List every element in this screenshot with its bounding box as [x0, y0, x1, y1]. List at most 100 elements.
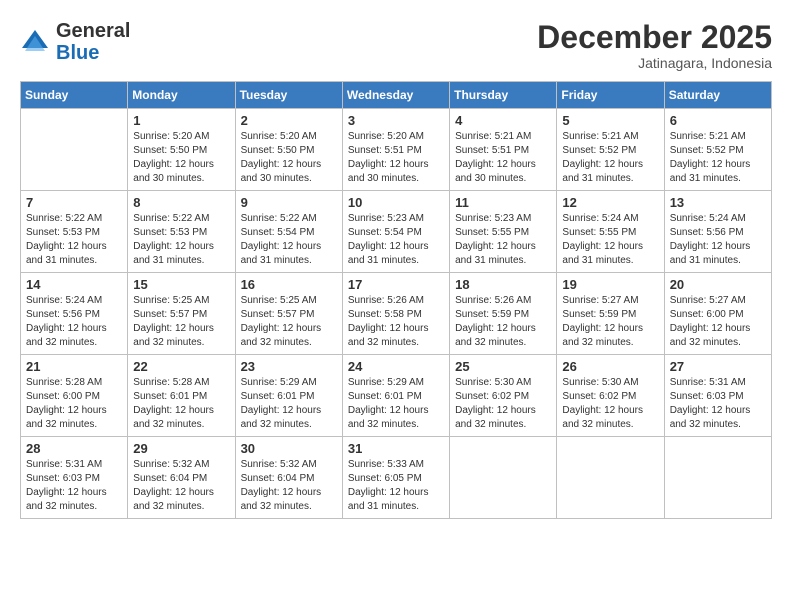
day-info: Sunrise: 5:26 AMSunset: 5:59 PMDaylight:…	[455, 294, 551, 350]
day-info: Sunrise: 5:23 AMSunset: 5:55 PMDaylight:…	[455, 212, 551, 268]
day-info: Sunrise: 5:23 AMSunset: 5:54 PMDaylight:…	[348, 212, 444, 268]
logo-blue: Blue	[56, 42, 99, 64]
day-info: Sunrise: 5:21 AMSunset: 5:52 PMDaylight:…	[562, 130, 658, 186]
calendar-cell: 20Sunrise: 5:27 AMSunset: 6:00 PMDayligh…	[664, 273, 771, 355]
day-info: Sunrise: 5:32 AMSunset: 6:04 PMDaylight:…	[241, 458, 337, 514]
calendar-cell	[450, 437, 557, 519]
calendar-cell: 2Sunrise: 5:20 AMSunset: 5:50 PMDaylight…	[235, 109, 342, 191]
calendar-week-3: 14 Sunrise: 5:24 AMSunset: 5:56 PMDayligh…	[21, 273, 772, 355]
calendar-cell: 21 Sunrise: 5:28 AMSunset: 6:00 PMDayligh…	[21, 355, 128, 437]
day-number: 31	[348, 441, 444, 456]
calendar-cell: 4 Sunrise: 5:21 AMSunset: 5:51 PMDaylight…	[450, 109, 557, 191]
calendar-cell: 22Sunrise: 5:28 AMSunset: 6:01 PMDayligh…	[128, 355, 235, 437]
calendar-cell: 19Sunrise: 5:27 AMSunset: 5:59 PMDayligh…	[557, 273, 664, 355]
month-title: December 2025	[537, 20, 772, 55]
logo-icon	[20, 28, 50, 58]
calendar-cell: 8Sunrise: 5:22 AMSunset: 5:53 PMDaylight…	[128, 191, 235, 273]
header-tuesday: Tuesday	[235, 82, 342, 109]
calendar-cell	[557, 437, 664, 519]
day-info: Sunrise: 5:25 AMSunset: 5:57 PMDaylight:…	[133, 294, 229, 350]
day-info: Sunrise: 5:31 AMSunset: 6:03 PMDaylight:…	[26, 458, 122, 514]
day-number: 21	[26, 359, 122, 374]
calendar-cell: 25 Sunrise: 5:30 AMSunset: 6:02 PMDayligh…	[450, 355, 557, 437]
header-monday: Monday	[128, 82, 235, 109]
day-info: Sunrise: 5:20 AMSunset: 5:51 PMDaylight:…	[348, 130, 444, 186]
logo-general: General	[56, 20, 130, 42]
day-number: 1	[133, 113, 229, 128]
day-number: 29	[133, 441, 229, 456]
day-info: Sunrise: 5:20 AMSunset: 5:50 PMDaylight:…	[241, 130, 337, 186]
day-number: 11	[455, 195, 551, 210]
header-sunday: Sunday	[21, 82, 128, 109]
calendar-cell: 5Sunrise: 5:21 AMSunset: 5:52 PMDaylight…	[557, 109, 664, 191]
day-number: 15	[133, 277, 229, 292]
day-info: Sunrise: 5:28 AMSunset: 6:01 PMDaylight:…	[133, 376, 229, 432]
header-saturday: Saturday	[664, 82, 771, 109]
day-info: Sunrise: 5:22 AMSunset: 5:53 PMDaylight:…	[26, 212, 122, 268]
day-info: Sunrise: 5:28 AMSunset: 6:00 PMDaylight:…	[26, 376, 122, 432]
calendar-cell: 14 Sunrise: 5:24 AMSunset: 5:56 PMDayligh…	[21, 273, 128, 355]
header-friday: Friday	[557, 82, 664, 109]
day-info: Sunrise: 5:27 AMSunset: 5:59 PMDaylight:…	[562, 294, 658, 350]
calendar-cell	[21, 109, 128, 191]
calendar-week-1: 1 Sunrise: 5:20 AMSunset: 5:50 PMDaylight…	[21, 109, 772, 191]
logo: General Blue	[20, 20, 130, 64]
calendar-cell: 15 Sunrise: 5:25 AMSunset: 5:57 PMDayligh…	[128, 273, 235, 355]
day-info: Sunrise: 5:24 AMSunset: 5:56 PMDaylight:…	[26, 294, 122, 350]
day-number: 23	[241, 359, 337, 374]
day-number: 6	[670, 113, 766, 128]
calendar-cell: 6 Sunrise: 5:21 AMSunset: 5:52 PMDaylight…	[664, 109, 771, 191]
day-number: 9	[241, 195, 337, 210]
calendar-cell: 9 Sunrise: 5:22 AMSunset: 5:54 PMDaylight…	[235, 191, 342, 273]
day-number: 18	[455, 277, 551, 292]
day-number: 24	[348, 359, 444, 374]
day-info: Sunrise: 5:22 AMSunset: 5:54 PMDaylight:…	[241, 212, 337, 268]
day-info: Sunrise: 5:21 AMSunset: 5:51 PMDaylight:…	[455, 130, 551, 186]
day-number: 26	[562, 359, 658, 374]
calendar-cell: 18 Sunrise: 5:26 AMSunset: 5:59 PMDayligh…	[450, 273, 557, 355]
calendar-week-2: 7 Sunrise: 5:22 AMSunset: 5:53 PMDaylight…	[21, 191, 772, 273]
page-header: General Blue December 2025 Jatinagara, I…	[20, 20, 772, 71]
day-info: Sunrise: 5:30 AMSunset: 6:02 PMDaylight:…	[562, 376, 658, 432]
header-wednesday: Wednesday	[342, 82, 449, 109]
day-number: 30	[241, 441, 337, 456]
day-info: Sunrise: 5:31 AMSunset: 6:03 PMDaylight:…	[670, 376, 766, 432]
day-number: 13	[670, 195, 766, 210]
calendar-cell: 12 Sunrise: 5:24 AMSunset: 5:55 PMDayligh…	[557, 191, 664, 273]
day-number: 27	[670, 359, 766, 374]
day-number: 7	[26, 195, 122, 210]
calendar-cell: 26 Sunrise: 5:30 AMSunset: 6:02 PMDayligh…	[557, 355, 664, 437]
day-number: 20	[670, 277, 766, 292]
day-number: 28	[26, 441, 122, 456]
day-number: 12	[562, 195, 658, 210]
day-number: 3	[348, 113, 444, 128]
day-info: Sunrise: 5:29 AMSunset: 6:01 PMDaylight:…	[348, 376, 444, 432]
day-number: 14	[26, 277, 122, 292]
day-number: 16	[241, 277, 337, 292]
calendar-cell: 1Sunrise: 5:20 AMSunset: 5:50 PMDaylight…	[128, 109, 235, 191]
day-number: 4	[455, 113, 551, 128]
day-info: Sunrise: 5:30 AMSunset: 6:02 PMDaylight:…	[455, 376, 551, 432]
calendar-table: SundayMondayTuesdayWednesdayThursdayFrid…	[20, 81, 772, 519]
calendar-cell: 17Sunrise: 5:26 AMSunset: 5:58 PMDayligh…	[342, 273, 449, 355]
day-info: Sunrise: 5:24 AMSunset: 5:56 PMDaylight:…	[670, 212, 766, 268]
day-info: Sunrise: 5:22 AMSunset: 5:53 PMDaylight:…	[133, 212, 229, 268]
calendar-cell: 27 Sunrise: 5:31 AMSunset: 6:03 PMDayligh…	[664, 355, 771, 437]
day-info: Sunrise: 5:21 AMSunset: 5:52 PMDaylight:…	[670, 130, 766, 186]
day-number: 10	[348, 195, 444, 210]
day-number: 25	[455, 359, 551, 374]
day-info: Sunrise: 5:33 AMSunset: 6:05 PMDaylight:…	[348, 458, 444, 514]
calendar-header-row: SundayMondayTuesdayWednesdayThursdayFrid…	[21, 82, 772, 109]
calendar-cell: 13 Sunrise: 5:24 AMSunset: 5:56 PMDayligh…	[664, 191, 771, 273]
calendar-week-5: 28 Sunrise: 5:31 AMSunset: 6:03 PMDayligh…	[21, 437, 772, 519]
calendar-cell: 30 Sunrise: 5:32 AMSunset: 6:04 PMDayligh…	[235, 437, 342, 519]
calendar-cell: 28 Sunrise: 5:31 AMSunset: 6:03 PMDayligh…	[21, 437, 128, 519]
header-thursday: Thursday	[450, 82, 557, 109]
calendar-cell	[664, 437, 771, 519]
calendar-cell: 16Sunrise: 5:25 AMSunset: 5:57 PMDayligh…	[235, 273, 342, 355]
calendar-cell: 29Sunrise: 5:32 AMSunset: 6:04 PMDayligh…	[128, 437, 235, 519]
day-info: Sunrise: 5:24 AMSunset: 5:55 PMDaylight:…	[562, 212, 658, 268]
day-info: Sunrise: 5:29 AMSunset: 6:01 PMDaylight:…	[241, 376, 337, 432]
calendar-cell: 10 Sunrise: 5:23 AMSunset: 5:54 PMDayligh…	[342, 191, 449, 273]
day-number: 17	[348, 277, 444, 292]
